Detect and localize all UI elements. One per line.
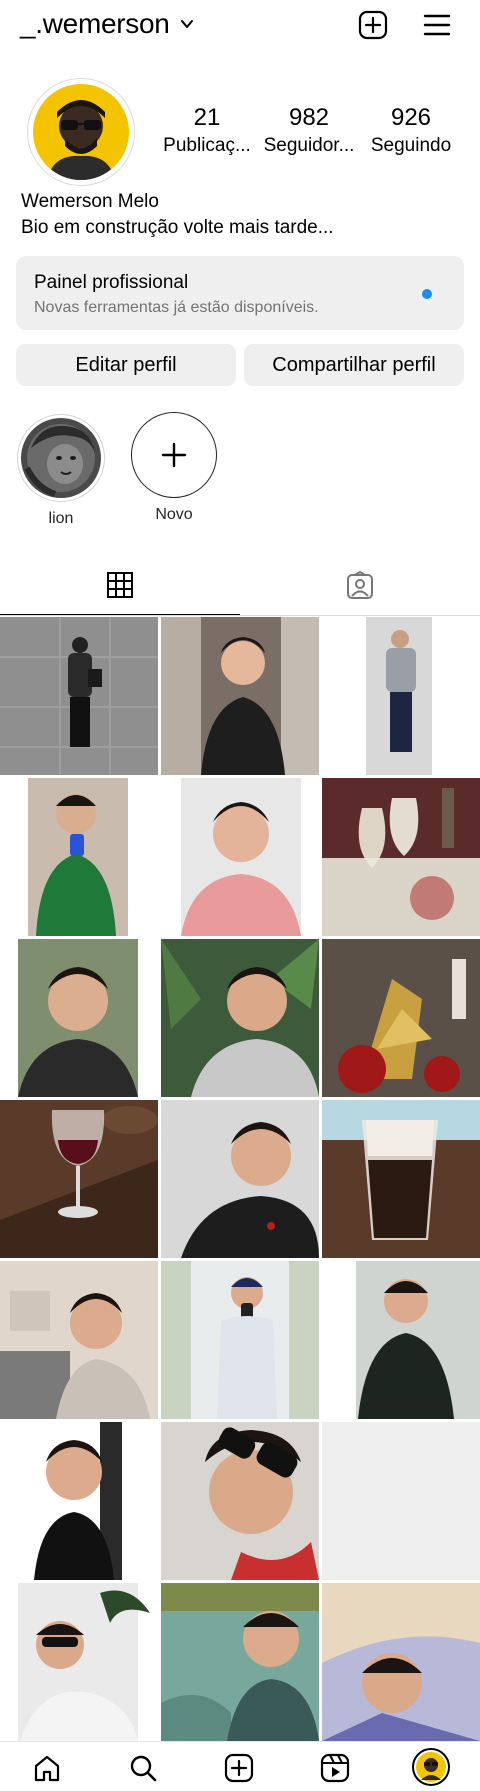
- profile-name: Wemerson Melo: [21, 191, 159, 212]
- followers-count: 982: [288, 104, 330, 131]
- profile-avatar: [33, 84, 129, 180]
- posts-count: 21: [193, 104, 221, 131]
- post-tile-6[interactable]: [322, 778, 480, 936]
- highlight-lion[interactable]: lion: [15, 414, 107, 528]
- profile-avatar-ring[interactable]: [27, 78, 135, 186]
- edit-profile-button[interactable]: Editar perfil: [16, 344, 236, 386]
- post-tile-8[interactable]: [161, 939, 319, 1097]
- create-icon[interactable]: [222, 1751, 256, 1785]
- post-tile-20[interactable]: [161, 1583, 319, 1741]
- posts-label: Publicaç...: [163, 135, 251, 156]
- plus-icon: [161, 442, 187, 468]
- reels-icon[interactable]: [318, 1751, 352, 1785]
- profile-avatar-nav[interactable]: [412, 1748, 450, 1786]
- posts-stat[interactable]: 21 Publicaç...: [152, 104, 262, 158]
- post-tile-1[interactable]: [0, 617, 158, 775]
- tagged-person-icon: [347, 571, 373, 599]
- plus-square-icon[interactable]: [356, 8, 390, 42]
- post-tile-17[interactable]: [161, 1422, 319, 1580]
- post-tile-18[interactable]: [322, 1422, 480, 1580]
- post-tile-11[interactable]: [161, 1100, 319, 1258]
- post-tile-9[interactable]: [322, 939, 480, 1097]
- post-tile-10[interactable]: [0, 1100, 158, 1258]
- profile-tabs: [0, 556, 480, 616]
- home-icon[interactable]: [30, 1751, 64, 1785]
- following-count: 926: [390, 104, 432, 131]
- share-profile-button[interactable]: Compartilhar perfil: [244, 344, 464, 386]
- post-tile-5[interactable]: [161, 778, 319, 936]
- lion-thumbnail: [21, 418, 101, 498]
- following-label: Seguindo: [370, 135, 452, 156]
- bottom-navigation: [0, 1741, 480, 1791]
- highlight-ring: [17, 414, 105, 502]
- tabs-divider: [0, 615, 480, 616]
- following-stat[interactable]: 926 Seguindo: [356, 104, 466, 158]
- professional-dashboard[interactable]: Painel profissional Novas ferramentas já…: [16, 256, 464, 330]
- search-icon[interactable]: [126, 1751, 160, 1785]
- post-tile-4[interactable]: [0, 778, 158, 936]
- post-tile-7[interactable]: [0, 939, 158, 1097]
- tab-tagged[interactable]: [240, 556, 480, 616]
- post-tile-2[interactable]: [161, 617, 319, 775]
- post-tile-12[interactable]: [322, 1100, 480, 1258]
- post-tile-15[interactable]: [322, 1261, 480, 1419]
- tab-posts-grid[interactable]: [0, 556, 240, 616]
- post-tile-3[interactable]: [322, 617, 480, 775]
- new-highlight-ring: [131, 412, 217, 498]
- post-tile-19[interactable]: [0, 1583, 158, 1741]
- highlight-new[interactable]: Novo: [128, 412, 220, 524]
- panel-subtitle: Novas ferramentas já estão disponíveis.: [34, 299, 319, 316]
- grid-icon: [107, 572, 133, 598]
- post-tile-13[interactable]: [0, 1261, 158, 1419]
- notification-dot: [422, 289, 432, 299]
- profile-bio: Bio em construção volte mais tarde...: [21, 217, 334, 238]
- top-bar: _.wemerson: [0, 0, 480, 52]
- chevron-down-icon: [180, 20, 193, 28]
- followers-label: Seguidor...: [263, 135, 355, 156]
- post-tile-16[interactable]: [0, 1422, 158, 1580]
- post-tile-21[interactable]: [322, 1583, 480, 1741]
- followers-stat[interactable]: 982 Seguidor...: [254, 104, 364, 158]
- highlight-label: Novo: [155, 506, 193, 523]
- highlight-label: lion: [48, 510, 74, 527]
- hamburger-menu-icon[interactable]: [420, 8, 454, 42]
- username-switcher[interactable]: _.wemerson: [20, 8, 194, 40]
- username-label: _.wemerson: [20, 8, 170, 39]
- panel-title: Painel profissional: [34, 272, 189, 293]
- post-tile-14[interactable]: [161, 1261, 319, 1419]
